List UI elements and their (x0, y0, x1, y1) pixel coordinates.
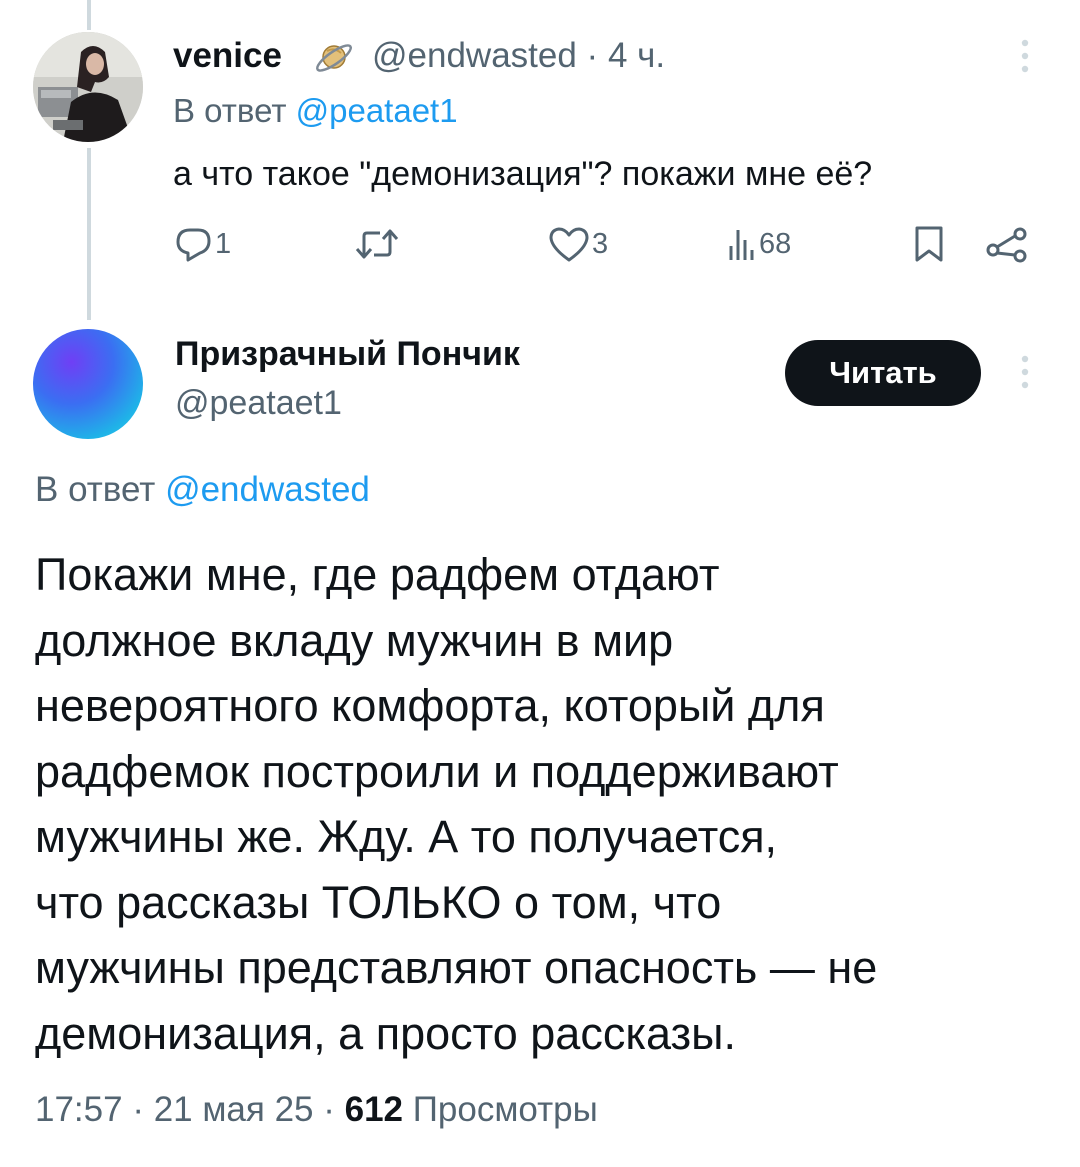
replying-to: В ответ @endwasted (35, 470, 370, 510)
tweet-text-line: должное вкладу мужчин в мир (35, 614, 674, 666)
thread-line (87, 148, 91, 320)
tweet-text-line: Покажи мне, где радфем отдают (35, 549, 720, 600)
retweet-icon (355, 229, 399, 259)
tweet-text-line: невероятного комфорта, который для (35, 680, 825, 731)
avatar[interactable] (33, 329, 143, 439)
like-icon (549, 227, 589, 262)
views-button[interactable]: 68 (727, 222, 791, 266)
separator: · (122, 1090, 154, 1129)
more-icon[interactable] (1010, 36, 1040, 76)
thread-line-top (87, 0, 91, 30)
separator: · (313, 1090, 345, 1129)
tweet-text: Покажи мне, где радфем отдают должное вк… (35, 542, 1045, 1066)
tweet-text-line: демонизация, а просто рассказы. (35, 1007, 736, 1059)
views-label: Просмотры (403, 1090, 598, 1129)
tweet-text-line: радфемок построили и поддерживают (35, 745, 839, 797)
handle[interactable]: @peataet1 (175, 384, 342, 423)
tweet-meta: 17:57 · 21 мая 25 · 612 Просмотры (35, 1090, 598, 1130)
avatar[interactable] (33, 32, 143, 142)
tweet-time[interactable]: 17:57 (35, 1090, 123, 1129)
like-count: 3 (592, 227, 609, 260)
avatar-photo (33, 32, 143, 142)
handle-and-time: @endwasted · 4 ч. (372, 36, 665, 76)
follow-button[interactable]: Читать (785, 340, 981, 406)
tweet-text-line: мужчины же. Жду. А то получается, (35, 811, 778, 862)
tweet-text-line: что рассказы ТОЛЬКО о том, что (35, 876, 722, 928)
reply-mention-link[interactable]: @peataet1 (296, 92, 458, 129)
views-count[interactable]: 612 (345, 1090, 403, 1129)
tweet-date[interactable]: 21 мая 25 (154, 1090, 314, 1129)
display-name[interactable]: venice (173, 36, 282, 76)
reply-prefix: В ответ (173, 92, 296, 129)
tweet-text-line: мужчины представляют опасность — не (35, 942, 878, 993)
tweet-text: а что такое "демонизация"? покажи мне её… (173, 155, 873, 193)
like-button[interactable]: 3 (546, 222, 608, 266)
timestamp[interactable]: 4 ч. (608, 36, 665, 75)
bookmark-button[interactable] (912, 222, 946, 266)
bookmark-icon (915, 226, 943, 262)
reply-mention-link[interactable]: @endwasted (165, 470, 370, 509)
reply-prefix: В ответ (35, 470, 166, 509)
share-button[interactable] (985, 222, 1029, 266)
views-count: 68 (759, 227, 792, 260)
retweet-button[interactable] (352, 222, 402, 266)
handle[interactable]: @endwasted (372, 36, 577, 75)
separator: · (576, 36, 608, 75)
reply-icon (176, 228, 211, 262)
replying-to: В ответ @peataet1 (173, 92, 458, 130)
more-icon[interactable] (1010, 352, 1040, 392)
views-icon (729, 230, 754, 260)
display-name[interactable]: Призрачный Пончик (175, 335, 520, 374)
reply-count: 1 (215, 227, 232, 260)
share-icon (986, 227, 1027, 263)
ringed-planet-icon (316, 44, 352, 72)
reply-button[interactable]: 1 (173, 222, 231, 266)
